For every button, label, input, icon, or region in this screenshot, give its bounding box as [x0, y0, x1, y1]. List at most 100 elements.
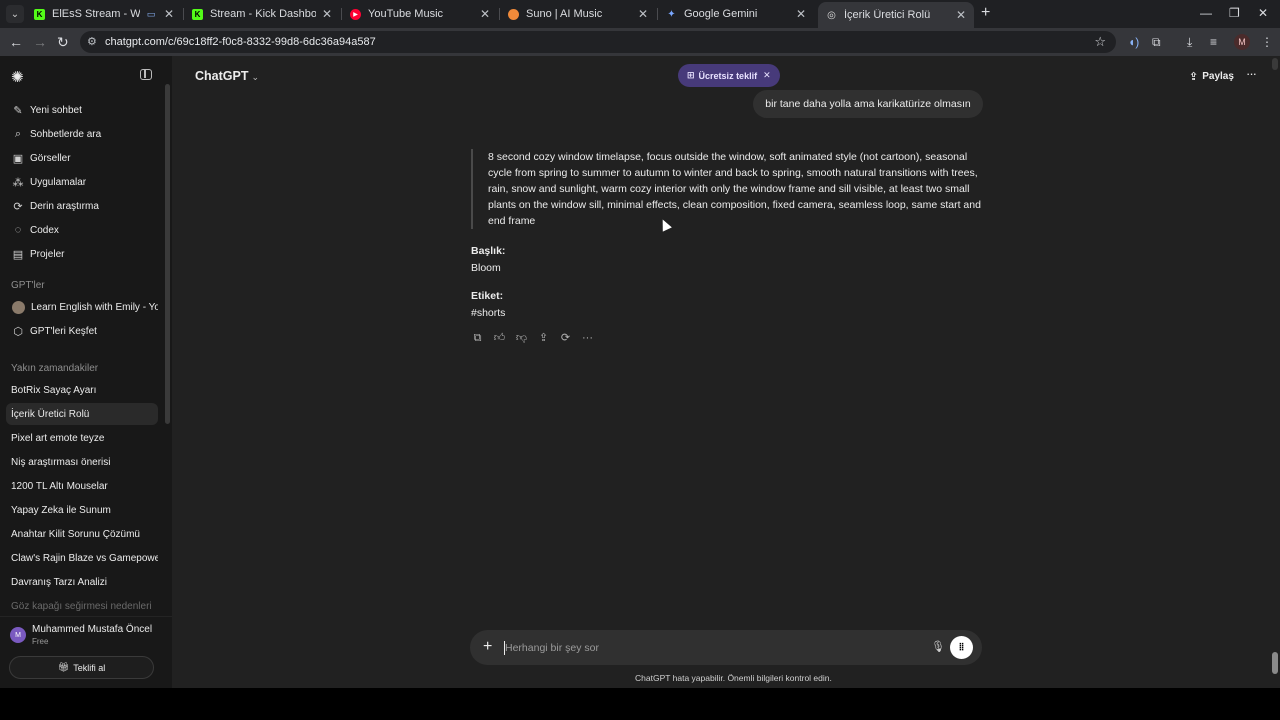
recent-heading: Yakın zamandakiler [11, 363, 99, 374]
minimize-icon[interactable]: — [1200, 6, 1212, 20]
copy-icon[interactable]: ⧉ [471, 332, 484, 345]
reload-icon[interactable]: ↻ [57, 33, 69, 51]
microphone-icon[interactable]: 🎙︎ [931, 640, 945, 653]
sidebar-scrollbar[interactable] [165, 84, 170, 424]
gpts-heading: GPT'ler [11, 280, 45, 291]
share-button[interactable]: ⇪ Paylaş [1189, 70, 1234, 83]
tag-label: Etiket: [471, 290, 504, 302]
sidebar-item-new-chat[interactable]: ✎ Yeni sohbet [6, 99, 158, 121]
prompt-quote-block: 8 second cozy window timelapse, focus ou… [471, 149, 983, 229]
bookmark-star-icon[interactable]: ☆ [1094, 34, 1106, 50]
back-icon[interactable]: ← [9, 33, 23, 51]
address-bar[interactable]: ⚙ chatgpt.com/c/69c18ff2-f0c8-8332-99d8-… [80, 31, 1116, 53]
tab-youtube-music[interactable]: ▶ YouTube Music ✕ [342, 2, 498, 26]
message-input[interactable]: Herhangi bir şey sor [505, 642, 599, 654]
tab-google-gemini[interactable]: ✦ Google Gemini ✕ [658, 2, 814, 26]
search-icon: ⌕ [14, 127, 22, 140]
extensions-icon[interactable]: ⧉ [1152, 35, 1161, 50]
chat-history-item[interactable]: Davranış Tarzı Analizi [6, 571, 158, 593]
get-offer-button[interactable]: 🎁︎ Teklifi al [9, 656, 154, 679]
browser-toolbar: ← → ↻ ⚙ chatgpt.com/c/69c18ff2-f0c8-8332… [0, 28, 1280, 56]
chat-main: ChatGPT ⌄ ⊞ Ücretsiz teklif ✕ ⇪ Paylaş ··… [195, 64, 1257, 683]
sidebar-item-explore-gpts[interactable]: ⬡ GPT'leri Keşfet [6, 320, 158, 342]
chat-history-item[interactable]: Claw's Rajin Blaze vs Gamepowe... [6, 547, 158, 569]
close-tab-icon[interactable]: ✕ [162, 7, 176, 21]
openai-logo-icon[interactable]: ✺ [11, 68, 24, 86]
chat-history-item-faded[interactable]: Göz kapağı seğirmesi nedenleri [11, 601, 152, 612]
close-tab-icon[interactable]: ✕ [954, 8, 968, 22]
sidebar-toggle-icon[interactable] [140, 69, 152, 80]
sidebar-item-search[interactable]: ⌕ Sohbetlerde ara [6, 123, 158, 145]
user-avatar[interactable]: M [10, 627, 26, 643]
close-tab-icon[interactable]: ✕ [636, 7, 650, 21]
regenerate-icon[interactable]: ⟳ [559, 332, 572, 345]
close-tab-icon[interactable]: ✕ [320, 7, 334, 21]
tab-elsess-stream[interactable]: K ElEsS Stream - Watch Live ▭ ✕ [26, 2, 182, 26]
chat-history-item-active[interactable]: İçerik Üretici Rolü [6, 403, 158, 425]
sidebar-item-apps[interactable]: ⁂ Uygulamalar [6, 171, 158, 193]
thumbs-up-icon[interactable]: 👍︎ [493, 332, 506, 345]
tab-suno[interactable]: Suno | AI Music ✕ [500, 2, 656, 26]
sidebar-item-deep-research[interactable]: ⟳ Derin araştırma [6, 195, 158, 217]
message-actions: ⧉ 👍︎ 👎︎ ⇪ ⟳ ··· [471, 332, 594, 345]
sidebar-item-gpt-emily[interactable]: Learn English with Emily - Yo... [6, 296, 158, 318]
new-chat-icon: ✎ [13, 104, 23, 117]
close-icon[interactable]: ✕ [763, 70, 771, 81]
new-tab-button[interactable]: + [981, 5, 990, 21]
explore-gpts-icon: ⬡ [13, 325, 23, 338]
close-tab-icon[interactable]: ✕ [794, 7, 808, 21]
title-value: Bloom [471, 262, 501, 274]
chat-history-item[interactable]: Niş araştırması önerisi [6, 451, 158, 473]
more-options-icon[interactable]: ··· [1246, 66, 1257, 81]
tab-kick-dashboard[interactable]: K Stream - Kick Dashboard ✕ [184, 2, 340, 26]
chat-history-item[interactable]: Yapay Zeka ile Sunum [6, 499, 158, 521]
tab-icerik-uretici[interactable]: ◎ İçerik Üretici Rolü ✕ [818, 2, 974, 28]
thumbs-down-icon[interactable]: 👎︎ [515, 332, 528, 345]
close-window-icon[interactable]: ✕ [1258, 6, 1268, 20]
apps-icon: ⁂ [12, 176, 24, 189]
chat-history-item[interactable]: 1200 TL Altı Mouselar [6, 475, 158, 497]
browser-menu-icon[interactable]: ⋮ [1261, 35, 1273, 49]
chatgpt-app: ✺ ✎ Yeni sohbet ⌕ Sohbetlerde ara ▣ Görs… [0, 56, 1280, 688]
read-aloud-icon[interactable]: ◖) [1128, 35, 1139, 49]
folder-icon: ▤ [12, 248, 24, 261]
bottom-black-bar [0, 688, 1280, 720]
image-icon: ▣ [12, 152, 24, 165]
user-name[interactable]: Muhammed Mustafa Öncel [32, 624, 152, 635]
site-info-icon[interactable]: ⚙ [87, 35, 99, 49]
suno-icon [508, 8, 519, 20]
chatgpt-favicon-icon: ◎ [827, 9, 836, 21]
cast-icon: ▭ [146, 8, 156, 19]
restore-icon[interactable]: ❐ [1229, 6, 1240, 20]
chat-history-item[interactable]: BotRix Sayaç Ayarı [6, 379, 158, 401]
tab-search-button[interactable]: ⌄ [6, 5, 24, 23]
gemini-icon: ✦ [667, 8, 676, 20]
chat-history-item[interactable]: Pixel art emote teyze [6, 427, 158, 449]
sidebar: ✺ ✎ Yeni sohbet ⌕ Sohbetlerde ara ▣ Görs… [0, 56, 172, 688]
close-tab-icon[interactable]: ✕ [478, 7, 492, 21]
browser-tab-bar: ⌄ K ElEsS Stream - Watch Live ▭ ✕ K Stre… [0, 0, 1280, 28]
download-icon[interactable]: ⤓ [1187, 35, 1192, 50]
kick-icon: K [34, 8, 45, 20]
user-panel: M Muhammed Mustafa Öncel Free 🎁︎ Teklifi… [0, 616, 172, 688]
sidebar-item-codex[interactable]: ◌ Codex [6, 219, 158, 241]
sidebar-item-projects[interactable]: ▤ Projeler [6, 243, 158, 265]
chat-history-item[interactable]: Anahtar Kilit Sorunu Çözümü [6, 523, 158, 545]
media-control-icon[interactable]: ≡ [1210, 35, 1217, 49]
model-selector[interactable]: ChatGPT ⌄ [195, 69, 259, 83]
free-offer-badge[interactable]: ⊞ Ücretsiz teklif ✕ [678, 64, 780, 87]
youtube-music-icon: ▶ [350, 8, 361, 20]
add-attachment-icon[interactable]: + [483, 638, 492, 656]
tag-value: #shorts [471, 307, 506, 319]
sidebar-item-images[interactable]: ▣ Görseller [6, 147, 158, 169]
forward-icon[interactable]: → [33, 33, 47, 51]
share-icon[interactable]: ⇪ [537, 332, 550, 345]
more-icon[interactable]: ··· [581, 332, 594, 345]
share-icon: ⇪ [1189, 71, 1199, 83]
voice-mode-button[interactable]: ⦙⦙ [950, 636, 973, 659]
page-scrollbar-thumb[interactable] [1272, 652, 1278, 674]
profile-avatar[interactable]: M [1234, 34, 1250, 50]
gpt-avatar [12, 300, 25, 314]
page-scrollbar-top[interactable] [1272, 58, 1278, 70]
url-text: chatgpt.com/c/69c18ff2-f0c8-8332-99d8-6d… [105, 36, 376, 48]
